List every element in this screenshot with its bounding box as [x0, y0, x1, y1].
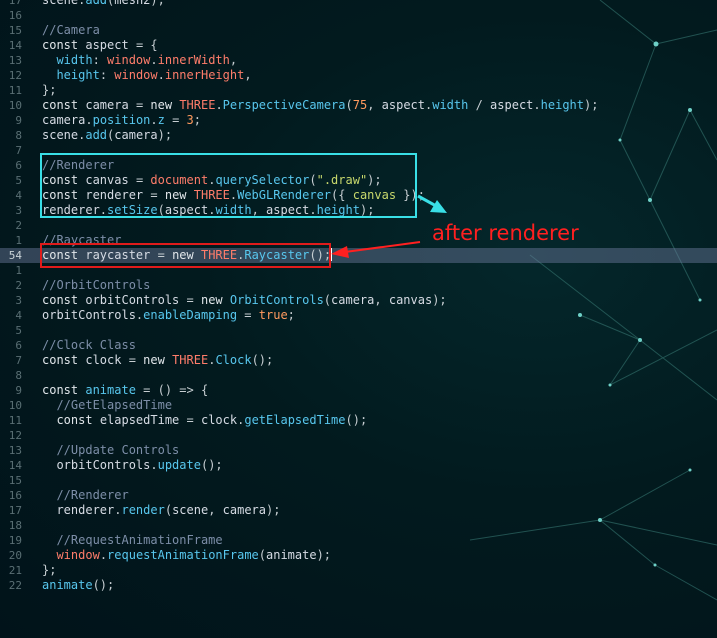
cyan-arrow-icon — [417, 194, 447, 213]
red-arrow-icon — [331, 241, 421, 258]
code-editor[interactable]: 17 scene.add(mesh2); 16 15//Camera 14 const a… — [0, 0, 717, 638]
annotation-label: after renderer — [432, 221, 579, 245]
annotation-arrows — [331, 194, 447, 258]
